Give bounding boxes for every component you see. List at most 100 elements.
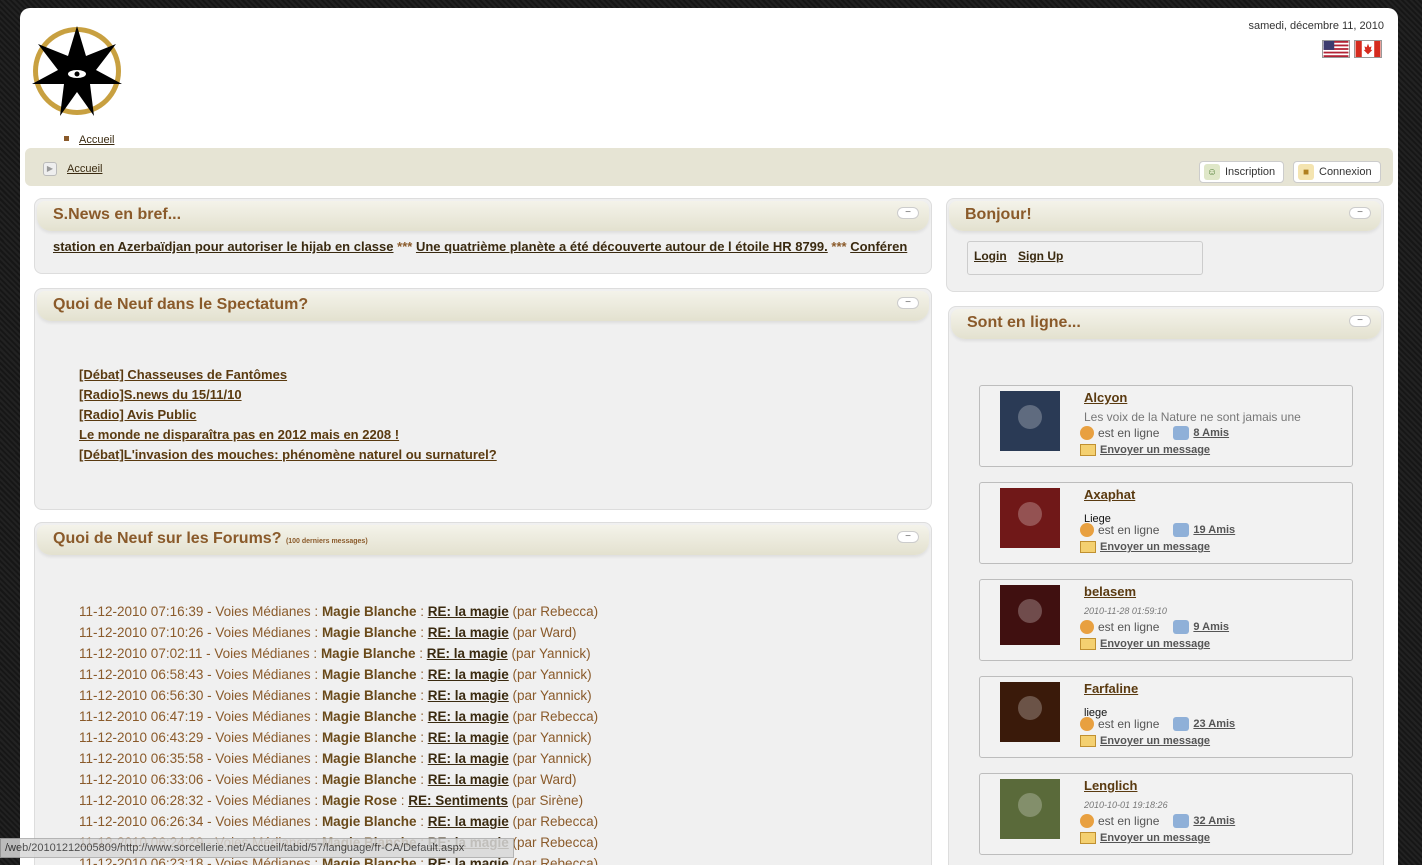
post-datetime: 11-12-2010 06:58:43 <box>79 667 204 682</box>
panel-title: Quoi de Neuf dans le Spectatum? <box>53 296 309 313</box>
spectatum-item[interactable]: [Radio] Avis Public <box>79 405 497 425</box>
user-online-row: est en ligne 19 Amis <box>1080 523 1235 537</box>
online-user-card: Axaphat Liege est en ligne 19 Amis Envoyer u… <box>979 482 1353 564</box>
post-topic-link[interactable]: RE: la magie <box>427 646 508 661</box>
minimize-button[interactable]: − <box>897 531 919 543</box>
post-separator: : <box>416 667 428 682</box>
post-datetime: 11-12-2010 06:43:29 <box>79 730 204 745</box>
post-author: (par Rebecca) <box>512 835 599 850</box>
send-message-link[interactable]: Envoyer un message <box>1100 638 1210 650</box>
send-message-link[interactable]: Envoyer un message <box>1100 541 1210 553</box>
snews-panel: S.News en bref... − station en Azerbaïdj… <box>34 198 932 274</box>
user-name-link[interactable]: belasem <box>1084 584 1136 599</box>
post-separator: : <box>416 730 428 745</box>
post-separator: : <box>416 814 428 829</box>
post-author: (par Rebecca) <box>512 856 599 865</box>
post-separator: : <box>310 751 322 766</box>
ticker-link[interactable]: station en Azerbaïdjan pour autoriser le… <box>53 239 394 254</box>
post-topic-link[interactable]: RE: la magie <box>428 709 509 724</box>
minimize-button[interactable]: − <box>897 207 919 219</box>
online-label: est en ligne <box>1098 523 1160 537</box>
ticker-link[interactable]: Une quatrième planète a été découverte a… <box>416 239 828 254</box>
connexion-button[interactable]: ■ Connexion <box>1293 161 1381 183</box>
post-separator: - <box>203 772 216 787</box>
post-separator: - <box>203 688 216 703</box>
forum-post-row: 11-12-2010 06:33:06 - Voies Médianes : M… <box>79 769 598 790</box>
post-section: Voies Médianes <box>215 751 311 766</box>
post-author: (par Yannick) <box>511 646 591 661</box>
inscription-label: Inscription <box>1225 166 1276 178</box>
send-message-link[interactable]: Envoyer un message <box>1100 735 1210 747</box>
friends-link[interactable]: 32 Amis <box>1193 815 1235 827</box>
forums-title: Quoi de Neuf sur les Forums? <box>53 530 282 547</box>
canada-flag-icon[interactable] <box>1354 40 1382 58</box>
inscription-button[interactable]: ☺ Inscription <box>1199 161 1285 183</box>
post-author: (par Yannick) <box>512 751 592 766</box>
post-datetime: 11-12-2010 06:56:30 <box>79 688 204 703</box>
spectatum-item[interactable]: [Radio]S.news du 15/11/10 <box>79 385 497 405</box>
arrow-icon: ▶ <box>43 162 57 176</box>
post-topic-link[interactable]: RE: la magie <box>428 604 509 619</box>
post-separator: : <box>310 730 322 745</box>
spectatum-panel: Quoi de Neuf dans le Spectatum? − [Débat… <box>34 288 932 510</box>
forum-post-row: 11-12-2010 06:35:58 - Voies Médianes : M… <box>79 748 598 769</box>
current-date: samedi, décembre 11, 2010 <box>1248 20 1384 32</box>
user-avatar[interactable] <box>1000 585 1060 645</box>
user-status-text: 2010-11-28 01:59:10 <box>1084 606 1167 616</box>
signup-link[interactable]: Sign Up <box>1018 249 1063 263</box>
us-flag-icon[interactable] <box>1322 40 1350 58</box>
user-name-link[interactable]: Axaphat <box>1084 487 1135 502</box>
post-topic-link[interactable]: RE: la magie <box>428 772 509 787</box>
minimize-button[interactable]: − <box>897 297 919 309</box>
post-section: Voies Médianes <box>215 814 311 829</box>
user-avatar[interactable] <box>1000 682 1060 742</box>
post-section: Voies Médianes <box>215 772 311 787</box>
post-topic-link[interactable]: RE: Sentiments <box>408 793 508 808</box>
post-topic-link[interactable]: RE: la magie <box>428 625 509 640</box>
post-topic-link[interactable]: RE: la magie <box>428 667 509 682</box>
forum-post-row: 11-12-2010 06:26:34 - Voies Médianes : M… <box>79 811 598 832</box>
connexion-label: Connexion <box>1319 166 1372 178</box>
friends-icon <box>1173 426 1190 440</box>
friends-link[interactable]: 9 Amis <box>1193 621 1229 633</box>
user-name-link[interactable]: Farfaline <box>1084 681 1138 696</box>
breadcrumb-accueil[interactable]: Accueil <box>67 163 102 175</box>
user-avatar[interactable] <box>1000 488 1060 548</box>
friends-icon <box>1173 717 1190 731</box>
post-topic-link[interactable]: RE: la magie <box>428 751 509 766</box>
post-topic-link[interactable]: RE: la magie <box>428 688 509 703</box>
forum-post-row: 11-12-2010 06:58:43 - Voies Médianes : M… <box>79 664 598 685</box>
post-category: Magie Blanche <box>320 646 416 661</box>
site-logo[interactable] <box>30 24 124 118</box>
minimize-button[interactable]: − <box>1349 315 1371 327</box>
send-message-link[interactable]: Envoyer un message <box>1100 444 1210 456</box>
user-avatar[interactable] <box>1000 779 1060 839</box>
send-message-link[interactable]: Envoyer un message <box>1100 832 1210 844</box>
user-name-link[interactable]: Lenglich <box>1084 778 1137 793</box>
panel-header: Quoi de Neuf sur les Forums? (100 dernie… <box>37 525 929 555</box>
ticker-link[interactable]: Conféren <box>850 239 907 254</box>
envelope-icon <box>1080 832 1096 844</box>
friends-link[interactable]: 19 Amis <box>1193 524 1235 536</box>
online-label: est en ligne <box>1098 426 1160 440</box>
panel-title: Sont en ligne... <box>967 314 1081 331</box>
spectatum-item[interactable]: [Débat]L'invasion des mouches: phénomène… <box>79 445 497 465</box>
spectatum-item[interactable]: Le monde ne disparaîtra pas en 2012 mais… <box>79 425 497 445</box>
friends-link[interactable]: 8 Amis <box>1193 427 1229 439</box>
post-separator: - <box>202 646 215 661</box>
minimize-button[interactable]: − <box>1349 207 1371 219</box>
friends-link[interactable]: 23 Amis <box>1193 718 1235 730</box>
post-topic-link[interactable]: RE: la magie <box>428 730 509 745</box>
user-message-row: Envoyer un message <box>1080 444 1210 456</box>
post-topic-link[interactable]: RE: la magie <box>428 814 509 829</box>
user-avatar[interactable] <box>1000 391 1060 451</box>
spectatum-item[interactable]: [Débat] Chasseuses de Fantômes <box>79 365 497 385</box>
user-name-link[interactable]: Alcyon <box>1084 390 1127 405</box>
post-separator: : <box>415 646 427 661</box>
login-link[interactable]: Login <box>974 249 1007 263</box>
post-category: Magie Blanche <box>321 604 417 619</box>
user-online-row: est en ligne 9 Amis <box>1080 620 1229 634</box>
nav-link-accueil[interactable]: Accueil <box>79 134 114 146</box>
online-user-icon <box>1080 620 1094 634</box>
register-user-icon: ☺ <box>1204 164 1220 180</box>
